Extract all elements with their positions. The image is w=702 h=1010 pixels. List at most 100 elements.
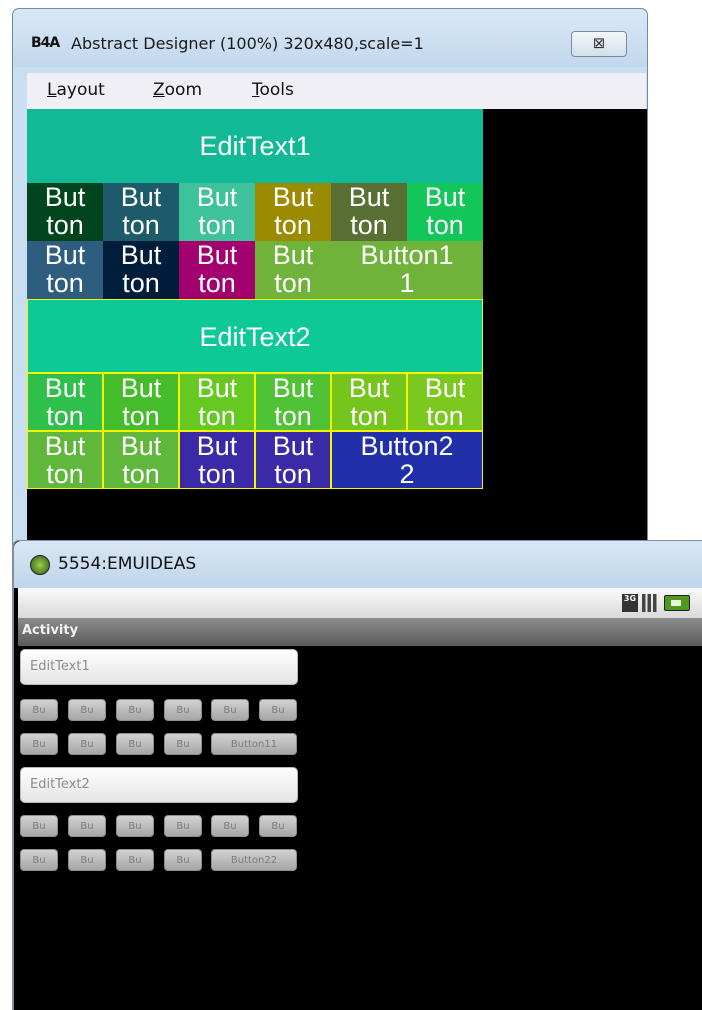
menu-zoom[interactable]: Zoom [153,80,202,100]
designer-row1-button-3[interactable]: But ton [179,183,255,241]
designer-edittext2[interactable]: EditText2 [27,299,483,373]
emulator-row4-button-4[interactable]: Bu [164,849,202,871]
emulator-row1-button-6[interactable]: Bu [259,699,297,721]
designer-row1-button-2[interactable]: But ton [103,183,179,241]
button-label: Bu [128,705,142,716]
button-label-line2: ton [46,210,84,240]
button-label-line2: ton [198,210,236,240]
designer-titlebar[interactable]: B4A Abstract Designer (100%) 320x480,sca… [13,9,647,67]
button-label-line2: ton [122,401,160,431]
emulator-row3-button-4[interactable]: Bu [164,815,202,837]
emulator-row2-button-2[interactable]: Bu [68,733,106,755]
button-label: Bu [128,821,142,832]
close-button[interactable]: ⊠ [571,31,627,57]
button-label-line2: ton [122,210,160,240]
button-label: Bu [176,705,190,716]
button-label: Bu [80,855,94,866]
designer-row3-button-2[interactable]: But ton [103,373,179,431]
activity-title: Activity [22,623,79,638]
emulator-row3-button-1[interactable]: Bu [20,815,58,837]
emulator-row1-button-4[interactable]: Bu [164,699,202,721]
emulator-row2-button-5[interactable]: Button11 [211,733,297,755]
button-label: Bu [271,705,285,716]
button-label: Bu [223,821,237,832]
button-label: Bu [176,821,190,832]
button-label-line2: ton [274,268,312,298]
button-label: Bu [80,739,94,750]
button-label-line1: But [196,373,238,403]
button-label: Bu [271,821,285,832]
designer-row4-button-3[interactable]: But ton [179,431,255,489]
button-label-line1: But [120,241,162,270]
emulator-row2-button-3[interactable]: Bu [116,733,154,755]
emulator-titlebar[interactable]: 5554:EMUIDEAS [14,541,702,588]
emulator-row1-button-2[interactable]: Bu [68,699,106,721]
emulator-row3-button-3[interactable]: Bu [116,815,154,837]
button-label-line1: But [44,373,86,403]
designer-window: B4A Abstract Designer (100%) 320x480,sca… [12,8,648,568]
emulator-row4-button-1[interactable]: Bu [20,849,58,871]
battery-icon [664,595,690,611]
button-label-line1: But [44,241,86,270]
emulator-row1-button-1[interactable]: Bu [20,699,58,721]
button-label-line2: ton [46,459,84,489]
designer-row4-button-2[interactable]: But ton [103,431,179,489]
button-label-line2: ton [46,268,84,298]
designer-row1-button-4[interactable]: But ton [255,183,331,241]
button-label-line1: But [196,241,238,270]
button-label-line1: But [44,183,86,212]
emulator-edittext2[interactable]: EditText2 [20,767,298,803]
button-label: Bu [128,855,142,866]
designer-row4-button-4[interactable]: But ton [255,431,331,489]
button-label-line1: But [44,431,86,461]
button-label-line2: ton [198,401,236,431]
emulator-row4-button-3[interactable]: Bu [116,849,154,871]
signal-icon [642,594,660,612]
emulator-edittext1[interactable]: EditText1 [20,649,298,685]
designer-row3-button-3[interactable]: But ton [179,373,255,431]
emulator-row1-button-3[interactable]: Bu [116,699,154,721]
menu-tools[interactable]: Tools [252,80,294,100]
button-label-line2: 2 [399,459,415,489]
designer-row2-button-5[interactable]: Button1 1 [331,241,483,299]
designer-row3-button-6[interactable]: But ton [407,373,483,431]
button-label-line1: Button1 [360,241,454,270]
emulator-row3-button-2[interactable]: Bu [68,815,106,837]
button-label-line1: Button2 [360,431,454,461]
button-label-line2: ton [350,210,388,240]
button-label-line1: But [120,431,162,461]
designer-row1-button-5[interactable]: But ton [331,183,407,241]
designer-row1-button-6[interactable]: But ton [407,183,483,241]
designer-row2-button-3[interactable]: But ton [179,241,255,299]
designer-row2-button-2[interactable]: But ton [103,241,179,299]
designer-row1-button-1[interactable]: But ton [27,183,103,241]
emulator-row4-button-5[interactable]: Button22 [211,849,297,871]
emulator-window: 5554:EMUIDEAS 3G Activity EditText1 Bu Bu… [12,540,702,1010]
designer-row2-button-1[interactable]: But ton [27,241,103,299]
designer-canvas[interactable]: EditText1 But ton But ton But ton But ton But ton… [27,109,647,567]
button-label-line1: But [272,183,314,212]
emulator-row4-button-2[interactable]: Bu [68,849,106,871]
android-status-bar: 3G [18,588,702,618]
designer-row4-button-1[interactable]: But ton [27,431,103,489]
designer-row4-button-5[interactable]: Button2 2 [331,431,483,489]
designer-row3-button-4[interactable]: But ton [255,373,331,431]
3g-icon: 3G [622,594,638,612]
button-label-line2: 1 [399,268,415,298]
button-label-line2: ton [274,459,312,489]
button-label-line2: ton [122,459,160,489]
button-label: Bu [32,855,46,866]
designer-row2-button-4[interactable]: But ton [255,241,331,299]
button-label-line1: But [424,373,466,403]
emulator-row1-button-5[interactable]: Bu [211,699,249,721]
button-label-line2: ton [350,401,388,431]
emulator-row2-button-1[interactable]: Bu [20,733,58,755]
button-label: Bu [32,705,46,716]
emulator-row2-button-4[interactable]: Bu [164,733,202,755]
designer-edittext1[interactable]: EditText1 [27,109,483,183]
menu-layout[interactable]: Layout [47,80,105,100]
designer-row3-button-5[interactable]: But ton [331,373,407,431]
emulator-row3-button-6[interactable]: Bu [259,815,297,837]
emulator-row3-button-5[interactable]: Bu [211,815,249,837]
designer-row3-button-1[interactable]: But ton [27,373,103,431]
